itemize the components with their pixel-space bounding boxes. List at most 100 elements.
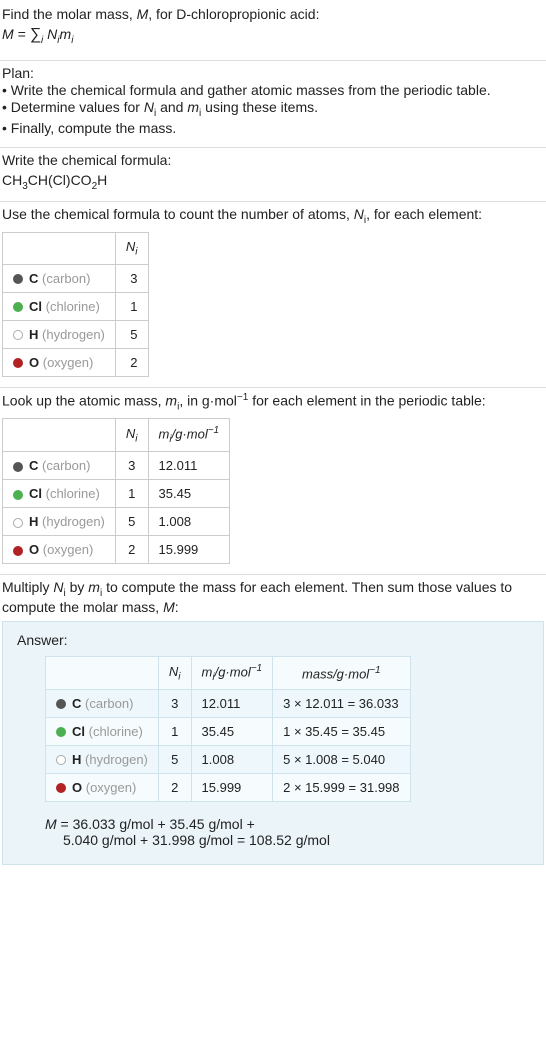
table-header-row: Ni	[3, 233, 149, 265]
table-row: C (carbon)312.011	[3, 452, 230, 480]
m-value: 12.011	[148, 452, 230, 480]
element-name: (hydrogen)	[42, 514, 105, 529]
chem-heading: Write the chemical formula:	[2, 152, 544, 168]
n-value: 2	[158, 773, 191, 801]
element-cell: H (hydrogen)	[3, 508, 116, 536]
element-dot-icon	[13, 546, 23, 556]
element-symbol: H	[29, 514, 38, 529]
element-name: (oxygen)	[86, 780, 137, 795]
element-dot-icon	[13, 274, 23, 284]
molar-mass-formula: M = ∑i Nimi	[2, 26, 544, 46]
intro-text-a: Find the molar mass,	[2, 6, 137, 22]
element-cell: O (oxygen)	[3, 348, 116, 376]
n-header: Ni	[115, 419, 148, 452]
element-symbol: H	[29, 327, 38, 342]
element-name: (chlorine)	[46, 486, 100, 501]
intro-text-c: , for D-chloropropionic acid:	[148, 6, 319, 22]
answer-table: Ni mi/g·mol−1 mass/g·mol−1 C (carbon)312…	[45, 656, 411, 802]
element-cell: H (hydrogen)	[46, 745, 159, 773]
mass-heading: Look up the atomic mass, mi, in g·mol−1 …	[2, 392, 544, 412]
m-value: 1.008	[148, 508, 230, 536]
table-row: H (hydrogen)51.0085 × 1.008 = 5.040	[46, 745, 411, 773]
count-heading: Use the chemical formula to count the nu…	[2, 206, 544, 226]
plan-heading: Plan:	[2, 65, 544, 81]
n-value: 5	[115, 508, 148, 536]
mass-value: 3 × 12.011 = 36.033	[273, 689, 410, 717]
plan-item-2: • Determine values for Ni and mi using t…	[2, 99, 544, 119]
element-dot-icon	[56, 699, 66, 709]
table-row: Cl (chlorine)135.45	[3, 480, 230, 508]
n-value: 1	[158, 717, 191, 745]
element-cell: C (carbon)	[3, 264, 116, 292]
answer-title: Answer:	[17, 632, 529, 648]
element-name: (carbon)	[85, 696, 133, 711]
element-name: (oxygen)	[43, 542, 94, 557]
plan-section: Plan: • Write the chemical formula and g…	[0, 61, 546, 148]
element-symbol: H	[72, 752, 81, 767]
mass-value: 1 × 35.45 = 35.45	[273, 717, 410, 745]
chemical-formula-section: Write the chemical formula: CH3CH(Cl)CO2…	[0, 148, 546, 203]
mass-table: Ni mi/g·mol−1 C (carbon)312.011Cl (chlor…	[2, 418, 230, 564]
element-name: (hydrogen)	[85, 752, 148, 767]
mass-section: Look up the atomic mass, mi, in g·mol−1 …	[0, 388, 546, 575]
mass-value: 5 × 1.008 = 5.040	[273, 745, 410, 773]
element-cell: H (hydrogen)	[3, 320, 116, 348]
n-header: Ni	[115, 233, 148, 265]
element-cell: C (carbon)	[3, 452, 116, 480]
m-value: 15.999	[191, 773, 273, 801]
n-value: 2	[115, 536, 148, 564]
multiply-heading: Multiply Ni by mi to compute the mass fo…	[2, 579, 544, 615]
plan-item-1: • Write the chemical formula and gather …	[2, 82, 544, 98]
element-dot-icon	[13, 490, 23, 500]
element-name: (carbon)	[42, 271, 90, 286]
intro-M: M	[137, 6, 149, 22]
n-value: 5	[158, 745, 191, 773]
element-name: (chlorine)	[89, 724, 143, 739]
element-symbol: C	[29, 458, 38, 473]
m-value: 15.999	[148, 536, 230, 564]
element-symbol: O	[72, 780, 82, 795]
empty-header	[3, 233, 116, 265]
table-header-row: Ni mi/g·mol−1	[3, 419, 230, 452]
table-row: Cl (chlorine)135.451 × 35.45 = 35.45	[46, 717, 411, 745]
m-header: mi/g·mol−1	[191, 656, 273, 689]
plan-item-3: • Finally, compute the mass.	[2, 120, 544, 136]
element-symbol: O	[29, 355, 39, 370]
n-value: 3	[115, 264, 148, 292]
table-row: H (hydrogen)5	[3, 320, 149, 348]
empty-header	[3, 419, 116, 452]
element-dot-icon	[13, 462, 23, 472]
element-symbol: Cl	[29, 299, 42, 314]
n-value: 1	[115, 480, 148, 508]
element-name: (hydrogen)	[42, 327, 105, 342]
result-line-2: 5.040 g/mol + 31.998 g/mol = 108.52 g/mo…	[45, 832, 529, 848]
m-value: 1.008	[191, 745, 273, 773]
n-value: 3	[158, 689, 191, 717]
element-dot-icon	[13, 330, 23, 340]
n-header: Ni	[158, 656, 191, 689]
element-dot-icon	[13, 518, 23, 528]
table-row: H (hydrogen)51.008	[3, 508, 230, 536]
table-row: O (oxygen) 215.9992 × 15.999 = 31.998	[46, 773, 411, 801]
table-row: Cl (chlorine)1	[3, 292, 149, 320]
empty-header	[46, 656, 159, 689]
m-header: mi/g·mol−1	[148, 419, 230, 452]
m-value: 35.45	[148, 480, 230, 508]
element-dot-icon	[56, 727, 66, 737]
table-row: C (carbon)312.0113 × 12.011 = 36.033	[46, 689, 411, 717]
count-table: Ni C (carbon)3Cl (chlorine)1H (hydrogen)…	[2, 232, 149, 377]
n-value: 1	[115, 292, 148, 320]
chemical-formula: CH3CH(Cl)CO2H	[2, 172, 544, 192]
element-cell: C (carbon)	[46, 689, 159, 717]
element-cell: Cl (chlorine)	[3, 480, 116, 508]
mass-value: 2 × 15.999 = 31.998	[273, 773, 410, 801]
m-value: 35.45	[191, 717, 273, 745]
element-cell: O (oxygen)	[3, 536, 116, 564]
element-dot-icon	[13, 358, 23, 368]
n-value: 3	[115, 452, 148, 480]
element-symbol: Cl	[72, 724, 85, 739]
element-symbol: Cl	[29, 486, 42, 501]
table-row: C (carbon)3	[3, 264, 149, 292]
element-cell: Cl (chlorine)	[46, 717, 159, 745]
multiply-section: Multiply Ni by mi to compute the mass fo…	[0, 575, 546, 875]
